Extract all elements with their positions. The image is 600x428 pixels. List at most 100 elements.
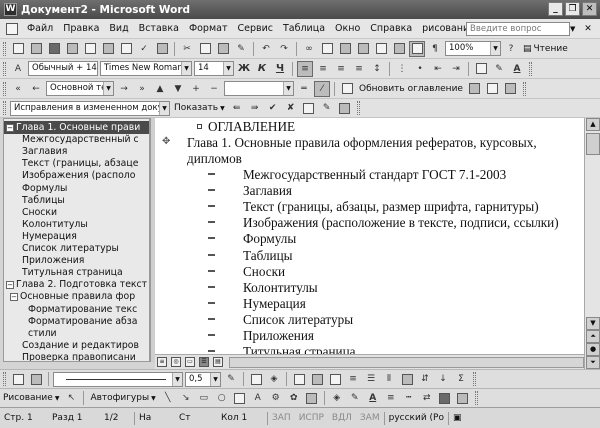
- normal-view-icon[interactable]: ≡: [157, 357, 167, 367]
- line-style-select[interactable]: ▼: [53, 371, 183, 387]
- toolbar-grip[interactable]: [3, 61, 6, 76]
- permission-icon[interactable]: [64, 41, 80, 57]
- insert-comment-icon[interactable]: [301, 100, 317, 116]
- status-trk[interactable]: ИСПР: [295, 413, 328, 423]
- line-color-icon[interactable]: ✎: [223, 371, 239, 387]
- undo-icon[interactable]: ↶: [258, 41, 274, 57]
- doc-map-item[interactable]: Форматирование абза: [4, 315, 137, 328]
- close-button[interactable]: ✕: [582, 2, 597, 16]
- collapse-toggle-icon[interactable]: −: [10, 293, 18, 302]
- doc-map-item[interactable]: − Основные правила фор: [4, 290, 135, 303]
- outline-bullet-icon[interactable]: [208, 350, 215, 353]
- open-icon[interactable]: [28, 41, 44, 57]
- maximize-button[interactable]: ❐: [565, 2, 580, 16]
- promote-icon[interactable]: ←: [28, 81, 44, 97]
- numbering-icon[interactable]: ⋮: [394, 61, 410, 77]
- paste-icon[interactable]: [215, 41, 231, 57]
- next-change-icon[interactable]: ⇛: [247, 100, 263, 116]
- line-style-icon[interactable]: ≡: [383, 390, 399, 406]
- dash-style-icon[interactable]: ┅: [401, 390, 417, 406]
- doc-map-item[interactable]: Список литературы: [4, 242, 119, 255]
- outline-level-select[interactable]: Основной текс ▼: [46, 81, 114, 96]
- columns-icon[interactable]: [373, 41, 389, 57]
- close-document-button[interactable]: ✕: [582, 22, 594, 36]
- select-objects-icon[interactable]: ↖: [63, 390, 79, 406]
- update-toc-button[interactable]: Обновить оглавление: [356, 84, 466, 94]
- toolbar-grip[interactable]: [3, 372, 6, 386]
- document-map-icon[interactable]: [409, 40, 425, 57]
- status-rec[interactable]: ЗАП: [268, 413, 295, 423]
- doc-map-item[interactable]: Приложения: [4, 254, 84, 267]
- help-dropdown-icon[interactable]: ▼: [570, 22, 578, 36]
- clipart-icon[interactable]: ✿: [286, 390, 302, 406]
- word-app-icon[interactable]: W: [4, 3, 17, 16]
- align-center-icon[interactable]: ≡: [315, 61, 331, 77]
- toolbar-grip-end[interactable]: [356, 101, 360, 115]
- font-select[interactable]: Times New Roman ▼: [100, 61, 192, 76]
- highlight-icon[interactable]: ✎: [491, 61, 507, 77]
- doc-map-item[interactable]: стили: [4, 327, 57, 340]
- next-page-icon[interactable]: ⏷: [586, 356, 600, 369]
- level-dropdown-icon[interactable]: ▼: [103, 82, 113, 95]
- split-cells-icon[interactable]: [327, 371, 343, 387]
- outline-bullet-icon[interactable]: [208, 205, 215, 208]
- fill-color-icon[interactable]: ◈: [266, 371, 282, 387]
- doc-map-item[interactable]: − Глава 2. Подготовка текст: [4, 278, 147, 291]
- collapse-icon[interactable]: −: [206, 81, 222, 97]
- border-icon[interactable]: [248, 371, 264, 387]
- menu-window[interactable]: Окно: [330, 23, 365, 34]
- line-spacing-icon[interactable]: ↕: [369, 61, 385, 77]
- distribute-cols-icon[interactable]: ⦀: [381, 371, 397, 387]
- doc-map-item[interactable]: Титульная страница: [4, 266, 123, 279]
- zoom-dropdown-icon[interactable]: ▼: [490, 42, 500, 55]
- picture-icon[interactable]: [304, 390, 320, 406]
- previous-page-icon[interactable]: ⏶: [586, 330, 600, 343]
- collapse-subdocs-icon[interactable]: [503, 81, 519, 97]
- vertical-scrollbar[interactable]: ▲ ▼ ⏶ ● ⏷: [584, 118, 600, 370]
- scroll-up-icon[interactable]: ▲: [586, 118, 600, 131]
- rectangle-tool-icon[interactable]: ▭: [196, 390, 212, 406]
- justify-icon[interactable]: ≡: [351, 61, 367, 77]
- borders-icon[interactable]: [473, 61, 489, 77]
- increase-indent-icon[interactable]: ⇥: [448, 61, 464, 77]
- size-dropdown-icon[interactable]: ▼: [223, 62, 233, 75]
- toolbar-grip[interactable]: [3, 101, 6, 115]
- sort-asc-icon[interactable]: ↓: [435, 371, 451, 387]
- doc-map-item[interactable]: Колонтитулы: [4, 218, 88, 231]
- doc-map-item[interactable]: Изображения (располо: [4, 169, 135, 182]
- doc-map-item[interactable]: Проверка правописани: [4, 351, 136, 361]
- spelling-status-icon[interactable]: ▣: [449, 413, 466, 423]
- bold-button[interactable]: Ж: [236, 61, 252, 77]
- doc-map-item[interactable]: Нумерация: [4, 230, 77, 243]
- reading-view-icon[interactable]: ▤: [213, 357, 223, 367]
- show-level-dropdown-icon[interactable]: ▼: [283, 82, 293, 95]
- bullets-icon[interactable]: •: [412, 61, 428, 77]
- promote-heading-icon[interactable]: «: [10, 81, 26, 97]
- menu-table[interactable]: Таблица: [278, 23, 330, 34]
- insert-excel-icon[interactable]: [355, 41, 371, 57]
- expand-icon[interactable]: +: [188, 81, 204, 97]
- research-icon[interactable]: [154, 41, 170, 57]
- italic-button[interactable]: К: [254, 61, 270, 77]
- redo-icon[interactable]: ↷: [276, 41, 292, 57]
- outline-bullet-icon[interactable]: [208, 285, 215, 288]
- go-to-toc-icon[interactable]: [467, 81, 483, 97]
- demote-icon[interactable]: →: [116, 81, 132, 97]
- track-changes-icon[interactable]: ✎: [319, 100, 335, 116]
- textbox-tool-icon[interactable]: [232, 390, 248, 406]
- outline-bullet-icon[interactable]: [208, 334, 215, 336]
- oval-tool-icon[interactable]: ○: [214, 390, 230, 406]
- new-document-icon[interactable]: [10, 41, 26, 57]
- drawing-menu-button[interactable]: Рисование ▼: [0, 393, 62, 403]
- document-page[interactable]: ОГЛАВЛЕНИЕ ✥ Глава 1. Основные правила о…: [155, 118, 584, 354]
- scroll-down-icon[interactable]: ▼: [586, 317, 600, 330]
- decrease-indent-icon[interactable]: ⇤: [430, 61, 446, 77]
- doc-map-item[interactable]: Заглавия: [4, 145, 67, 158]
- menu-edit[interactable]: Правка: [58, 23, 104, 34]
- web-view-icon[interactable]: ◎: [171, 357, 181, 367]
- outline-bullet-icon[interactable]: [208, 269, 215, 272]
- save-icon[interactable]: [46, 41, 62, 57]
- help-search-input[interactable]: Введите вопрос: [466, 22, 570, 36]
- document-map-pane[interactable]: − Глава 1. Основные прави Межгосударственн…: [3, 118, 150, 362]
- doc-map-item[interactable]: Таблицы: [4, 194, 65, 207]
